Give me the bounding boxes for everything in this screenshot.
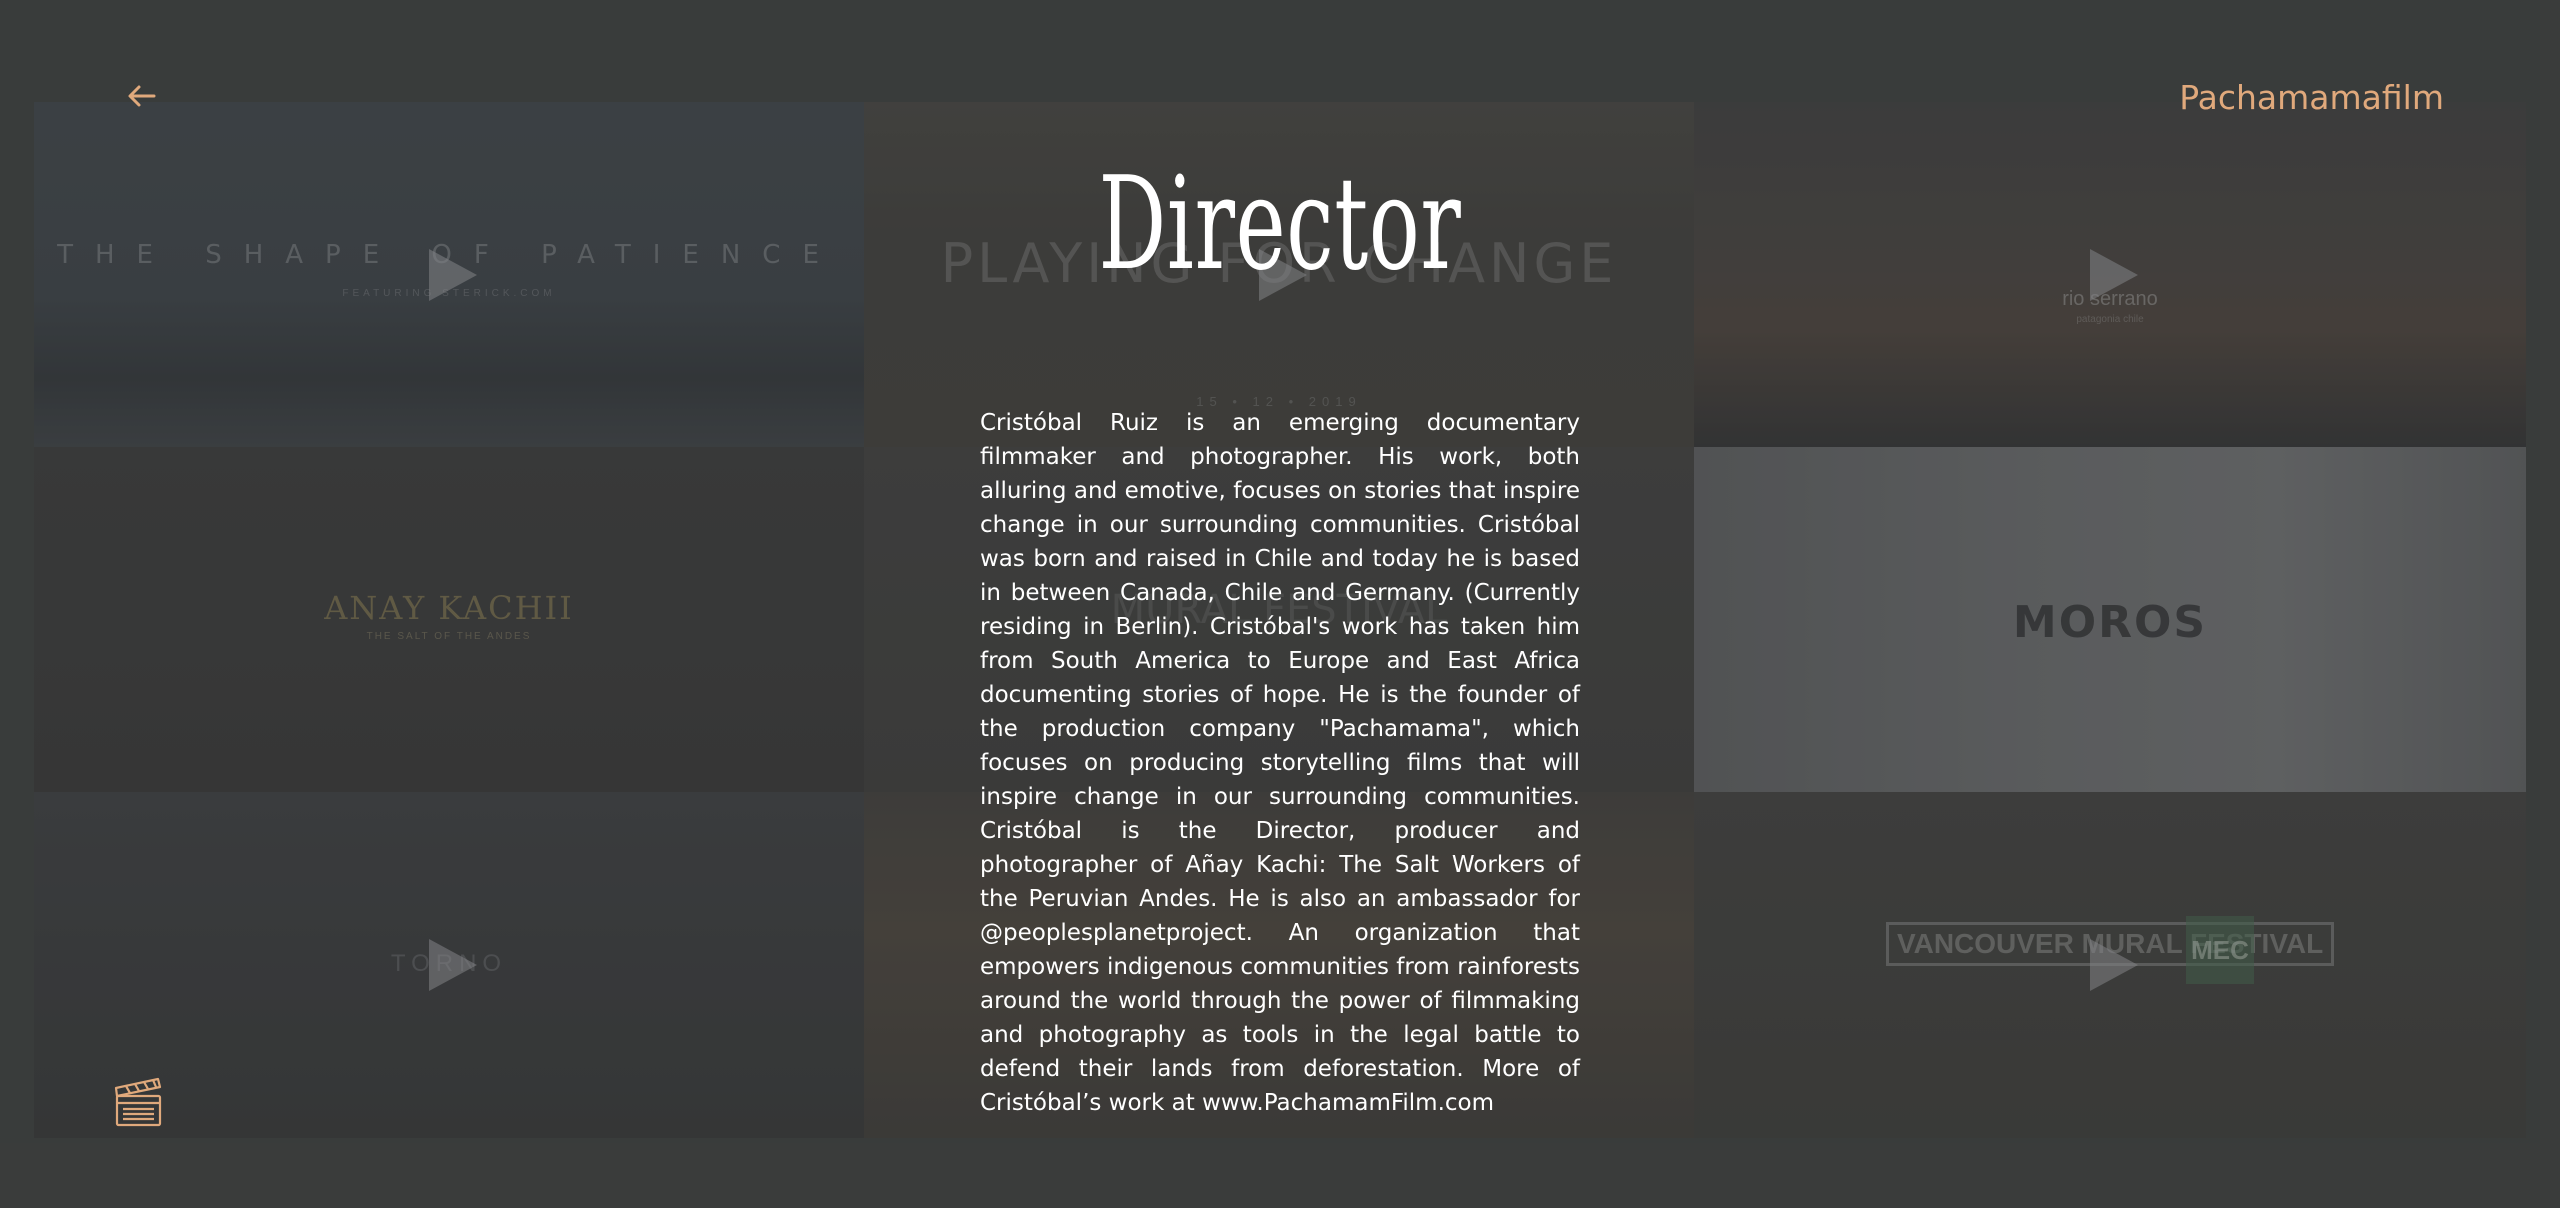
page-title: Director <box>1098 150 1462 299</box>
director-page: THE SHAPE OF PATIENCE FEATURING STERICK.… <box>0 0 2560 1208</box>
director-bio: Cristóbal Ruiz is an emerging documentar… <box>980 410 1580 1116</box>
clapperboard-button[interactable] <box>114 1076 164 1128</box>
video-title: MOROS <box>2012 597 2208 648</box>
mec-badge: MEC <box>2186 916 2254 984</box>
play-icon[interactable] <box>2090 939 2138 991</box>
play-icon[interactable] <box>429 939 477 991</box>
video-title: ANAY KACHII <box>324 589 574 627</box>
clapperboard-icon <box>114 1077 162 1127</box>
video-tile-moros[interactable]: MOROS <box>1694 447 2526 792</box>
arrow-left-icon <box>128 85 156 107</box>
video-subtitle: patagonia chile <box>2076 314 2144 325</box>
back-button[interactable] <box>126 80 158 112</box>
video-tile-vancouver-mural-festival[interactable]: VANCOUVER MURAL FESTIVAL MEC <box>1694 792 2526 1138</box>
video-subtitle: THE SALT OF THE ANDES <box>366 631 532 642</box>
video-tile-anay-kachii[interactable]: ANAY KACHII THE SALT OF THE ANDES <box>34 447 864 792</box>
brand-link[interactable]: Pachamamafilm <box>2179 78 2444 117</box>
